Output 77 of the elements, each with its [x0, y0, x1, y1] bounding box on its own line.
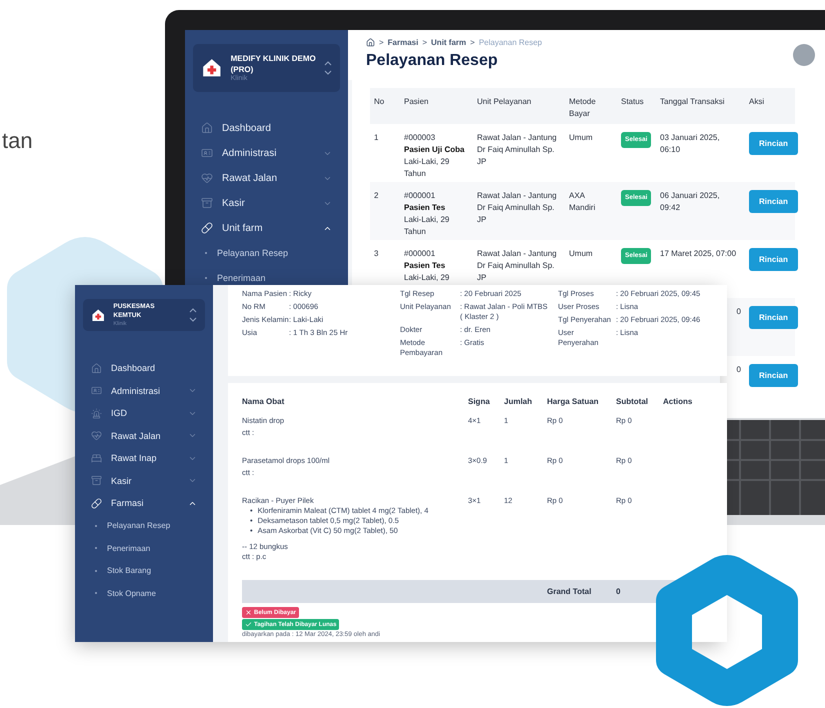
nav-item[interactable]: Kasir	[193, 196, 340, 210]
breadcrumb-separator: >	[379, 38, 384, 47]
table-cell: Rawat Jalan - Jantung Dr Faiq Aminullah Sp. JP	[477, 133, 557, 166]
nav-item[interactable]: Dashboard	[83, 361, 205, 375]
patient-cell-text: #000001 Pasien Tes Laki-Laki, 29 Tahun	[404, 190, 450, 238]
switch-chevrons-icon	[324, 61, 332, 75]
column-header: Unit Pelayanan	[473, 88, 565, 124]
nav-icon	[91, 362, 102, 374]
cross-icon	[245, 609, 252, 616]
total-label: Grand Total	[547, 587, 592, 596]
nav-icon	[201, 197, 213, 209]
patient-cell-text: #000003 Pasien Uji Coba Laki-Laki, 29 Tahun	[404, 132, 466, 180]
nav-item[interactable]: Administrasi	[83, 384, 205, 398]
nav-subitem[interactable]: Pelayanan Resep	[193, 246, 340, 260]
column-header: No	[370, 88, 400, 124]
nav-icon	[91, 452, 102, 464]
table-cell: Umum	[569, 133, 593, 142]
nav-subitem[interactable]: Penerimaan	[83, 541, 205, 555]
intro-text: tan	[2, 128, 33, 154]
breadcrumb-separator: >	[422, 38, 428, 47]
nav-item[interactable]: Kasir	[83, 474, 205, 488]
nav-item[interactable]: Farmasi	[83, 496, 205, 510]
clinic-logo-icon	[201, 57, 223, 79]
breadcrumb-separator: >	[470, 38, 475, 47]
table-cell: Umum	[569, 249, 593, 258]
nav-icon	[201, 172, 213, 184]
column-header: Aksi	[745, 88, 795, 124]
nav-icon	[201, 122, 213, 134]
column-header: Status	[617, 88, 656, 124]
nav-subitem[interactable]: Stok Barang	[83, 564, 205, 578]
nav-icon	[201, 147, 213, 159]
column-header: Signa	[468, 397, 491, 408]
nav-subitem[interactable]: Stok Opname	[83, 586, 205, 600]
table-cell: Rawat Jalan - Jantung Dr Faiq Aminullah Sp. JP	[477, 191, 557, 224]
clinic-logo-icon	[91, 308, 106, 322]
clinic-name: MEDIFY KLINIK DEMO (PRO)	[230, 54, 316, 74]
nav-item[interactable]: Rawat Jalan	[83, 428, 205, 442]
table-cell: 1	[374, 133, 378, 142]
total-value: 0	[616, 587, 622, 596]
table-cell: 0	[736, 307, 741, 316]
column-header: Jumlah	[504, 397, 534, 408]
table-cell: 03 Januari 2025, 06:10	[660, 133, 720, 154]
column-header: Harga Satuan	[547, 397, 600, 408]
table-cell: AXA Mandiri	[569, 191, 596, 212]
table-cell: 06 Januari 2025, 09:42	[660, 191, 720, 212]
nav-subitem[interactable]: Pelayanan Resep	[83, 518, 205, 532]
table-cell: 0	[736, 365, 741, 374]
check-icon	[245, 621, 252, 628]
nav-icon	[91, 475, 102, 486]
column-header: Tanggal Transaksi	[656, 88, 745, 124]
nav-subitem[interactable]: Penerimaan	[193, 271, 340, 285]
patient-cell-text: #000001 Pasien Tes Laki-Laki, 29	[404, 248, 450, 284]
nav-item[interactable]: IGD	[83, 406, 205, 420]
user-avatar[interactable]	[793, 44, 815, 66]
nav-icon	[201, 222, 213, 234]
table-cell: Rawat Jalan - Jantung Dr Faiq Aminullah Sp. JP	[477, 249, 557, 282]
nav-item[interactable]: Rawat Jalan	[193, 171, 340, 185]
column-header: Pasien	[400, 88, 473, 124]
nav-icon	[91, 430, 102, 441]
breadcrumb-link[interactable]: Farmasi	[388, 38, 418, 47]
table-cell: 3	[374, 249, 378, 258]
home-icon[interactable]	[366, 38, 375, 47]
switch-chevrons-icon	[189, 308, 197, 322]
breadcrumb-link[interactable]: Unit farm	[431, 38, 466, 47]
column-header: Subtotal	[616, 397, 649, 408]
nav-item[interactable]: Dashboard	[193, 121, 340, 135]
nav-icon	[91, 385, 102, 396]
nav-item[interactable]: Unit farm	[193, 221, 340, 235]
nav-icon	[91, 498, 102, 508]
table-cell: 2	[374, 191, 378, 200]
column-header: Nama Obat	[242, 397, 286, 408]
page-title: Pelayanan Resep	[366, 52, 499, 70]
nav-item[interactable]: Administrasi	[193, 146, 340, 160]
nav-item[interactable]: Rawat Inap	[83, 451, 205, 465]
table-cell: 17 Maret 2025, 07:00	[660, 249, 736, 258]
column-header: Metode Bayar	[565, 88, 617, 124]
column-header: Actions	[663, 397, 694, 408]
